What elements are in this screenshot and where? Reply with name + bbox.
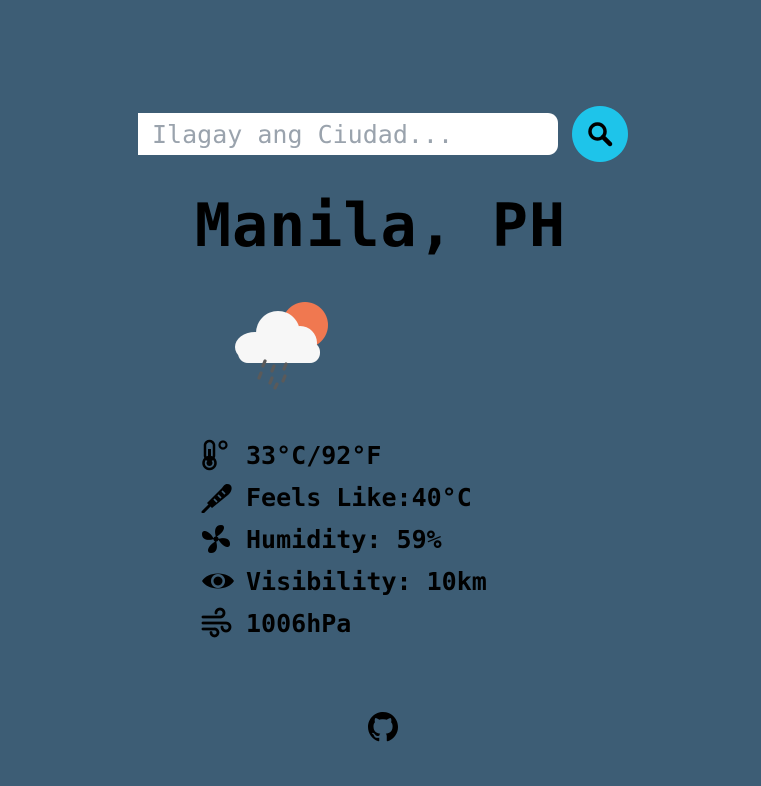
weather-details: 33°C/92°F Feels Like:40°C Humidity: 59% … [200,434,487,644]
fan-icon [200,523,236,555]
thermometer-icon [200,439,236,471]
humidity-row: Humidity: 59% [200,518,487,560]
eye-icon [200,565,236,597]
feather-thermometer-icon [200,481,236,513]
github-icon [368,712,398,742]
cloud-sun-rain-icon [230,298,334,394]
temperature-row: 33°C/92°F [200,434,487,476]
temperature-value: 33°C/92°F [246,440,382,470]
github-link[interactable] [368,712,398,742]
pressure-value: 1006hPa [246,608,352,638]
visibility-value: Visibility: 10km [246,566,487,596]
feels-like-row: Feels Like:40°C [200,476,487,518]
search-icon [588,122,613,147]
pressure-row: 1006hPa [200,602,487,644]
city-title: Manila, PH [194,191,567,261]
humidity-value: Humidity: 59% [246,524,442,554]
feels-like-value: Feels Like:40°C [246,482,472,512]
visibility-row: Visibility: 10km [200,560,487,602]
search-button[interactable] [572,106,628,162]
city-search-input[interactable] [138,113,558,155]
search-bar [138,106,628,162]
wind-icon [200,607,236,639]
